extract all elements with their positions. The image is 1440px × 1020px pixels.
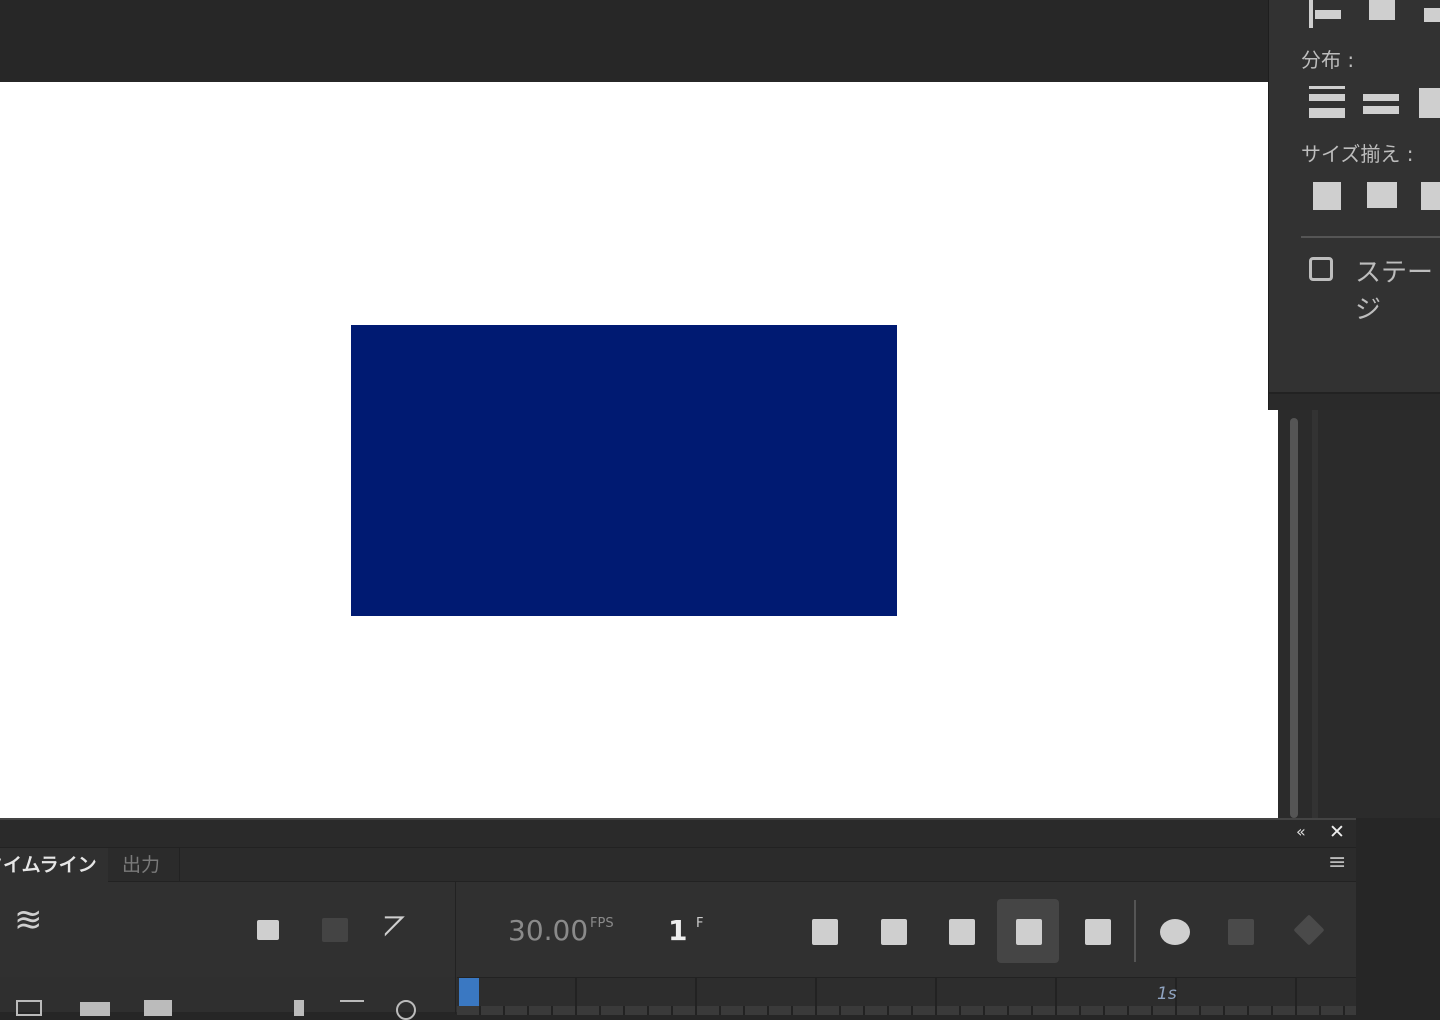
navigate-keyframes-icon[interactable]: [1293, 914, 1325, 946]
top-bar: [0, 0, 1268, 82]
frame-ruler[interactable]: 1s: [457, 977, 1356, 1015]
match-width-height-icon[interactable]: [1421, 182, 1440, 210]
frame-unit: F: [696, 916, 704, 931]
distribute-label: 分布 :: [1301, 48, 1355, 72]
align-panel: 分布 : サイズ揃え : ステージ: [1268, 0, 1440, 410]
delete-layer-icon[interactable]: [144, 1000, 172, 1016]
new-layer-icon[interactable]: [16, 1000, 42, 1016]
auto-keyframe-button[interactable]: [997, 899, 1059, 963]
frame-cells[interactable]: [457, 1006, 1356, 1015]
ruler-label-1s: 1s: [1157, 984, 1177, 1004]
vertical-scrollbar[interactable]: [1290, 418, 1298, 818]
new-folder-icon[interactable]: [80, 1002, 110, 1016]
timeline-header: « ✕: [0, 820, 1356, 847]
panel-menu-icon[interactable]: ≡: [1328, 850, 1346, 875]
scroll-track: [1312, 410, 1318, 818]
align-left-icon[interactable]: [1309, 0, 1313, 28]
align-hcenter-icon[interactable]: [1369, 0, 1395, 20]
current-frame[interactable]: 1: [668, 914, 687, 947]
blue-rectangle-shape[interactable]: [351, 325, 897, 616]
insert-keyframe-icon[interactable]: [812, 919, 838, 945]
fps-value[interactable]: 30.00: [508, 914, 588, 947]
fps-unit: FPS: [590, 916, 614, 931]
show-outline-icon[interactable]: [340, 1000, 364, 1016]
auto-keyframe-icon: [1016, 919, 1042, 945]
align-to-stage-label: ステージ: [1355, 258, 1434, 325]
panel-footer: [1269, 392, 1440, 410]
visibility-icon[interactable]: [396, 1000, 416, 1020]
divider: [1301, 236, 1440, 238]
vertical-scroll-area: [1278, 410, 1440, 818]
highlight-layers-icon[interactable]: [294, 1000, 304, 1016]
toolbar-divider: [1134, 900, 1136, 962]
layer-controls: [0, 882, 456, 1020]
distribute-top-icon[interactable]: [1309, 86, 1345, 118]
close-icon[interactable]: ✕: [1329, 821, 1345, 843]
edit-multiple-frames-icon[interactable]: [1228, 919, 1254, 945]
collapse-icon[interactable]: «: [1296, 822, 1306, 841]
match-height-icon[interactable]: [1367, 182, 1397, 208]
match-size-label: サイズ揃え :: [1301, 142, 1414, 166]
insert-frame-icon[interactable]: [949, 919, 975, 945]
tab-output[interactable]: 出力: [108, 848, 180, 882]
remove-frame-icon[interactable]: [1085, 919, 1111, 945]
tab-bar: タイムライン 出力 ≡: [0, 847, 1356, 882]
onion-skin-icon[interactable]: [1160, 919, 1190, 945]
tab-timeline[interactable]: タイムライン: [0, 848, 108, 882]
align-to-stage-checkbox[interactable]: [1309, 257, 1333, 281]
distribute-vcenter-icon[interactable]: [1363, 88, 1399, 118]
distribute-bottom-icon[interactable]: [1419, 88, 1440, 118]
timeline-panel: « ✕ タイムライン 出力 ≡ ≋ ⦢ 30.00 FPS 1 F: [0, 818, 1356, 1020]
align-left-icon-bar: [1315, 10, 1341, 19]
align-right-icon[interactable]: [1424, 8, 1440, 22]
insert-blank-keyframe-icon[interactable]: [881, 919, 907, 945]
match-width-icon[interactable]: [1313, 182, 1341, 210]
